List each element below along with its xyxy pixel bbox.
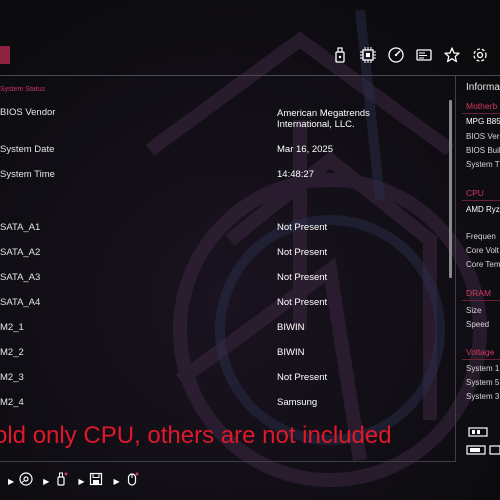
row-value-sata-a4: Not Present — [277, 297, 328, 308]
row-label-m2-3: M2_3 — [0, 372, 24, 383]
motherboard-heading: Motherb — [466, 101, 498, 111]
dram-line-1: Size — [466, 306, 482, 315]
motherboard-line-2: BIOS Buil — [466, 146, 500, 155]
row-value-m2-2: BIWIN — [277, 347, 305, 358]
row-label-sata-a2: SATA_A2 — [0, 247, 41, 258]
arrow-right-icon: ▶ — [113, 476, 120, 486]
row-value-bios-vendor: American Megatrends International, LLC. — [277, 108, 370, 130]
save-icon — [89, 472, 103, 491]
row-label-sata-a4: SATA_A4 — [0, 297, 41, 308]
row-value-sata-a3: Not Present — [277, 272, 328, 283]
row-label-m2-1: M2_1 — [0, 322, 24, 333]
row-label-bios-vendor: BIOS Vendor — [0, 107, 56, 118]
row-label-m2-2: M2_2 — [0, 347, 24, 358]
storage-module-icon — [466, 442, 500, 460]
voltage-line-2: System 5 — [466, 378, 500, 387]
cpu-line-2: Core Volt — [466, 246, 499, 255]
motherboard-model: MPG B85 — [466, 117, 500, 126]
row-value-system-time[interactable]: 14:48:27 — [277, 169, 427, 180]
dram-line-2: Speed — [466, 320, 490, 329]
motherboard-line-3: System T — [466, 160, 500, 169]
system-status-list: BIOS Vendor American Megatrends Internat… — [0, 0, 456, 462]
motherboard-line-1: BIOS Vers — [466, 132, 500, 141]
row-value-m2-1: BIWIN — [277, 322, 305, 333]
row-label-system-time: System Time — [0, 169, 55, 180]
arrow-right-icon: ▶ — [8, 476, 15, 486]
row-value-m2-4: Samsung — [277, 397, 318, 408]
dram-divider — [462, 300, 500, 301]
arrow-right-icon: ▶ — [78, 476, 85, 486]
voltage-heading: Voltage — [466, 347, 495, 357]
row-label-sata-a1: SATA_A1 — [0, 222, 41, 233]
cpu-line-3: Core Tem — [466, 260, 500, 269]
overlay-annotation: old only CPU, others are not included — [0, 422, 392, 449]
row-label-sata-a3: SATA_A3 — [0, 272, 41, 283]
disc-icon — [19, 471, 33, 491]
row-label-system-date: System Date — [0, 144, 55, 155]
voltage-line-1: System 1 — [466, 364, 500, 373]
row-value-sata-a2: Not Present — [277, 247, 328, 258]
bottom-item-4[interactable]: ▶ — [113, 472, 139, 491]
dram-heading: DRAM — [466, 288, 492, 298]
bottom-item-3[interactable]: ▶ — [78, 472, 103, 491]
bottom-item-1[interactable]: ▶ — [8, 471, 33, 491]
voltage-line-3: System 3 — [466, 392, 500, 401]
usb-flash-icon — [54, 472, 68, 491]
row-value-sata-a1: Not Present — [277, 222, 328, 233]
bottom-item-2[interactable]: ▶ — [43, 472, 68, 491]
row-value-m2-3: Not Present — [277, 372, 328, 383]
scrollbar[interactable] — [449, 100, 452, 278]
row-value-system-date[interactable]: Mar 16, 2025 — [277, 144, 427, 155]
cpu-heading: CPU — [466, 188, 484, 198]
memory-module-icon — [468, 424, 488, 442]
row-label-m2-4: M2_4 — [0, 397, 24, 408]
motherboard-divider — [462, 113, 500, 114]
bottom-toolbar: ▶ ▶ ▶ ▶ — [0, 470, 149, 492]
voltage-divider — [462, 359, 500, 360]
cpu-model: AMD Ryz — [466, 205, 500, 214]
cog-icon[interactable] — [466, 44, 494, 66]
cpu-line-1: Frequen — [466, 232, 496, 241]
cpu-divider — [462, 200, 500, 201]
arrow-right-icon: ▶ — [43, 476, 50, 486]
info-panel-title: Informa — [466, 82, 500, 93]
mouse-icon — [125, 472, 139, 491]
